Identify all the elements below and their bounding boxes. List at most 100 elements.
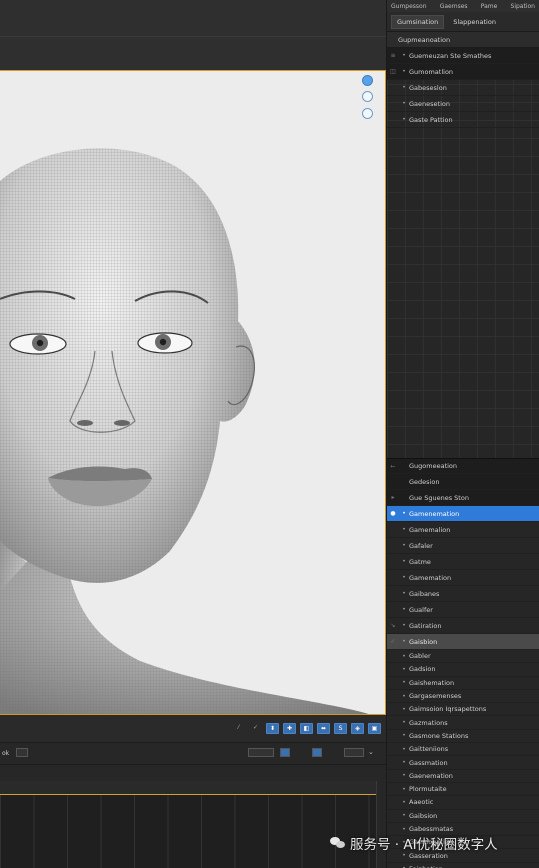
outliner-panel: Gumpesson Gaemses Pame Sipation Gumsinat… [386, 0, 539, 868]
tree-row[interactable]: ◫ • Gumomatlion [387, 64, 539, 80]
row-label: Gazmations [409, 718, 448, 727]
row-label: Gedesion [409, 477, 440, 486]
row-label: Gamemation [409, 573, 452, 582]
property-row[interactable]: • Gatme [387, 554, 539, 570]
property-row[interactable]: • Gargasemenses [387, 690, 539, 704]
check-icon[interactable]: ✓ [249, 723, 262, 734]
bullet-icon: • [402, 652, 406, 660]
property-row[interactable]: ▸ Gue Sguenes Ston [387, 490, 539, 506]
watermark: 服务号 · AI优秘圈数字人 [330, 833, 498, 853]
bullet-icon: • [402, 52, 406, 59]
view-gizmo-icon[interactable] [362, 75, 373, 86]
head-wireframe-render [0, 148, 369, 714]
property-row[interactable]: • Gaimsoion Iqrsapettons [387, 703, 539, 717]
row-type-icon: ≡ [390, 52, 396, 59]
property-row[interactable]: • Gafaler [387, 538, 539, 554]
property-row[interactable]: • Gassmation [387, 756, 539, 770]
property-row[interactable]: • Gadsion [387, 663, 539, 677]
property-row[interactable]: • Gaishemation [387, 677, 539, 690]
tree-row[interactable]: ≡ • Guemeuzan Ste Smathes [387, 48, 539, 64]
section-header: Gupmeanoation [387, 32, 539, 48]
bullet-icon: • [402, 852, 406, 860]
curve-icon[interactable]: ⁄ [232, 723, 245, 734]
timeline-subtoolbar: ok ⌄ [0, 743, 386, 765]
outliner-tree: ≡ • Guemeuzan Ste Smathes ◫ • Gumomatlio… [387, 48, 539, 458]
row-label: Gatiration [409, 621, 442, 630]
bullet-icon: • [402, 638, 406, 645]
menu-item[interactable]: Gaemses [440, 3, 468, 10]
property-row[interactable]: • Gaenemation [387, 770, 539, 783]
bullet-icon: • [402, 772, 406, 780]
property-row[interactable]: • Gualfer [387, 602, 539, 618]
property-row[interactable]: • Plormutaite [387, 783, 539, 797]
bullet-icon: • [402, 812, 406, 820]
lower-section-header[interactable]: ← Gugomeeation [387, 458, 539, 474]
bullet-icon: • [402, 542, 406, 549]
menu-item[interactable]: Gumpesson [391, 3, 427, 10]
property-row[interactable]: ✓ • Gaisbion [387, 634, 539, 650]
property-row[interactable]: • Gazmations [387, 716, 539, 730]
zoom-icon[interactable] [362, 91, 373, 102]
toolbar-button[interactable]: ✚ [283, 723, 296, 734]
property-row[interactable]: • Aaeotic [387, 796, 539, 810]
property-row[interactable]: •Feinbation [387, 863, 539, 868]
property-row[interactable]: • Gamemation [387, 570, 539, 586]
row-type-icon: ◫ [390, 68, 396, 75]
row-label: Gaenemation [409, 771, 453, 780]
property-row[interactable]: • Gaibsion [387, 810, 539, 823]
menu-item[interactable]: Sipation [511, 3, 535, 10]
property-row[interactable]: • Gaitteniions [387, 743, 539, 757]
toolbar-button[interactable]: ◈ [351, 723, 364, 734]
row-label: Gabler [409, 652, 431, 661]
toolbar-button[interactable]: ⬌ [317, 723, 330, 734]
row-label: Gaisbion [409, 637, 438, 646]
property-row[interactable]: ↘ • Gatiration [387, 618, 539, 634]
toolbar-button[interactable]: ▣ [368, 723, 381, 734]
tree-row[interactable]: • Gaenesetion [387, 96, 539, 112]
panel-menubar: Gumpesson Gaemses Pame Sipation [387, 0, 539, 12]
bullet-icon: • [402, 732, 406, 740]
toolbar-button[interactable]: ⬍ [266, 723, 279, 734]
menu-item[interactable]: Pame [481, 3, 498, 10]
viewport-top-strip [0, 0, 386, 70]
tree-row[interactable]: • Gaste Pattion [387, 112, 539, 128]
row-label: Gualfer [409, 605, 433, 614]
loop-icon[interactable] [312, 748, 322, 757]
property-row[interactable]: • Gaibanes [387, 586, 539, 602]
property-row[interactable]: Gedesion [387, 474, 539, 490]
properties-list: Gedesion ▸ Gue Sguenes Ston ● • Gamenemation •… [387, 474, 539, 868]
orbit-icon[interactable] [362, 108, 373, 119]
bullet-icon: • [402, 798, 406, 806]
bullet-icon: • [402, 68, 406, 75]
playback-field[interactable] [344, 748, 364, 757]
bullet-icon: • [402, 759, 406, 767]
bullet-icon: • [402, 526, 406, 533]
property-row[interactable]: • Gabler [387, 650, 539, 664]
row-state-icon: ▸ [391, 494, 395, 501]
property-row[interactable]: • Gamemalion [387, 522, 539, 538]
chevron-down-icon[interactable]: ⌄ [368, 748, 376, 757]
bullet-icon: • [402, 116, 406, 123]
row-label: Gassmation [409, 758, 448, 767]
row-label: Gumomatlion [409, 67, 454, 76]
wechat-icon [330, 837, 345, 849]
tab-gumsination[interactable]: Gumsination [391, 14, 445, 29]
toolbar-button[interactable]: ◧ [300, 723, 313, 734]
property-row[interactable]: ● • Gamenemation [387, 506, 539, 522]
bullet-icon: • [402, 590, 406, 597]
key-icon[interactable] [280, 748, 290, 757]
3d-viewport[interactable] [0, 70, 386, 715]
mode-toggle[interactable] [16, 748, 28, 757]
property-row[interactable]: • Gasmone Stations [387, 730, 539, 744]
row-label: Gue Sguenes Ston [409, 493, 469, 502]
toolbar-button[interactable]: S [334, 723, 347, 734]
mode-label: ok [2, 750, 10, 757]
row-label: Gaste Pattion [409, 115, 453, 124]
timeline-tracks[interactable] [0, 781, 377, 868]
tab-slappenation[interactable]: Slappenation [448, 16, 501, 28]
collapse-icon: ← [390, 462, 396, 470]
range-field[interactable] [248, 748, 274, 757]
timeline-ruler[interactable] [0, 781, 376, 795]
tree-row[interactable]: • Gabeseslon [387, 80, 539, 96]
row-label: Gamemalion [409, 525, 451, 534]
